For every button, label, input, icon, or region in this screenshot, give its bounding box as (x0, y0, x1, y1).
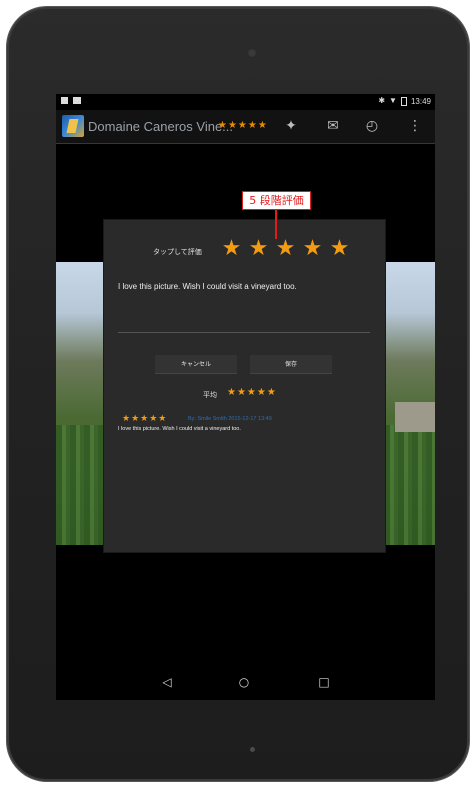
background-photo-right (384, 262, 435, 545)
action-bar: Domaine Caneros Vine... ★★★★★ ✦ ✉ ◴ ⋮ (56, 110, 435, 144)
image-notification-icon (61, 97, 68, 104)
notification-icons (61, 97, 81, 104)
rating-dialog: タップして評価 ★ ★ ★ ★ ★ I love this picture. W… (104, 220, 385, 552)
bluetooth-icon: ✱ (378, 96, 386, 105)
review-stars: ★★★★★ (122, 414, 168, 424)
navigation-bar: ◁ ○ □ (56, 664, 435, 700)
photo-path (395, 402, 435, 432)
annotation-pointer (275, 210, 277, 239)
wifi-icon: ▼ (389, 96, 397, 105)
overflow-menu-icon[interactable]: ⋮ (406, 117, 424, 135)
light-sensor (250, 747, 255, 752)
vineyard-rows (56, 425, 104, 545)
comment-input-underline (118, 332, 370, 333)
history-icon[interactable]: ◴ (363, 117, 381, 135)
rating-star-3[interactable]: ★ (274, 238, 297, 260)
status-bar: ✱ ▼ 13:49 (56, 94, 435, 110)
rating-star-5[interactable]: ★ (328, 238, 351, 260)
rating-star-1[interactable]: ★ (220, 238, 243, 260)
comment-input[interactable]: I love this picture. Wish I could visit … (118, 282, 297, 291)
magic-wand-icon[interactable]: ✦ (282, 117, 300, 135)
average-stars: ★★★★★ (227, 387, 277, 398)
home-icon[interactable]: ○ (232, 672, 256, 692)
front-camera (247, 48, 257, 58)
rating-stars[interactable]: ★ ★ ★ ★ ★ (220, 238, 351, 260)
background-photo-left (56, 262, 104, 545)
tap-to-rate-label: タップして評価 (153, 248, 202, 256)
action-bar-title: Domaine Caneros Vine... (88, 119, 234, 134)
recent-apps-icon[interactable]: □ (312, 672, 336, 692)
annotation-callout: 5 段階評価 (242, 191, 311, 210)
battery-icon (400, 96, 407, 106)
cancel-button[interactable]: キャンセル (155, 355, 237, 374)
save-button[interactable]: 保存 (250, 355, 332, 374)
title-rating-stars: ★★★★★ (218, 120, 268, 131)
rating-star-2[interactable]: ★ (247, 238, 270, 260)
app-logo-icon[interactable] (62, 115, 84, 137)
back-icon[interactable]: ◁ (155, 672, 179, 692)
review-text: I love this picture. Wish I could visit … (118, 426, 241, 432)
status-time: 13:49 (410, 96, 431, 106)
vineyard-rows (384, 425, 435, 545)
device-screen: ✱ ▼ 13:49 Domaine Caneros Vine... ★★★★★ … (56, 94, 435, 700)
review-meta: By: Smile Smith 2015-12-17 13:49 (188, 416, 272, 422)
mail-icon[interactable]: ✉ (324, 117, 342, 135)
rating-star-4[interactable]: ★ (301, 238, 324, 260)
average-label: 平均 (203, 391, 217, 399)
bag-notification-icon (73, 97, 81, 104)
status-right: ✱ ▼ 13:49 (378, 96, 431, 106)
